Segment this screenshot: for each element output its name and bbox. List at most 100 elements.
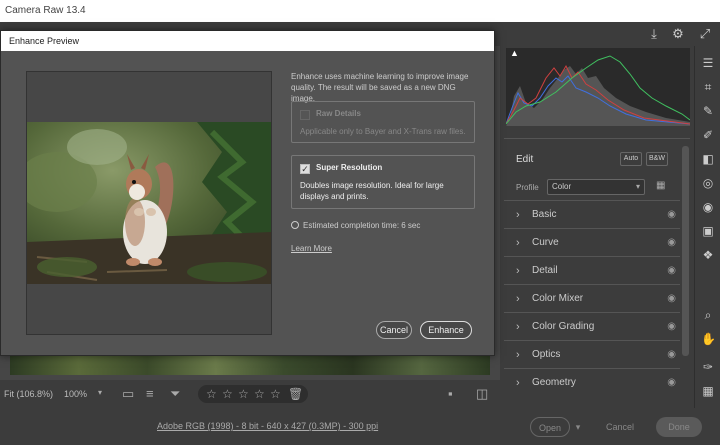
sampler-icon[interactable]: ✑ <box>701 360 715 374</box>
star-icon[interactable]: ☆ <box>222 386 233 402</box>
rating-stars: ☆ ☆ ☆ ☆ ☆ 🗑 <box>198 385 308 403</box>
dialog-title: Enhance Preview <box>9 36 80 46</box>
preview-area[interactable] <box>26 71 272 335</box>
redeye-icon[interactable]: ◉ <box>701 200 715 214</box>
tool-strip: ☰ ⌗ ✎ ✐ ◧ ◎ ◉ ▣ ❖ ⌕ ✋ ✑ ▦ <box>694 46 720 408</box>
hand-icon[interactable]: ✋ <box>701 332 716 346</box>
footer-bar: Adobe RGB (1998) - 8 bit - 640 x 427 (0.… <box>0 408 720 445</box>
edit-panel: ▲ Edit Auto B&W Profile Color ▾ ▦ › Basi… <box>500 46 720 408</box>
zoom-percent[interactable]: 100% <box>64 389 87 399</box>
cancel-button[interactable]: Cancel <box>376 321 412 339</box>
fullscreen-icon[interactable]: ⤢ <box>697 26 713 42</box>
radial-icon[interactable]: ◎ <box>701 176 715 190</box>
chevron-right-icon: › <box>516 237 520 249</box>
zoom-level[interactable]: Fit (106.8%) <box>4 389 53 399</box>
star-icon[interactable]: ☆ <box>238 386 249 402</box>
clock-icon <box>291 221 299 229</box>
estimated-time-text: Estimated completion time: 6 sec <box>303 221 421 230</box>
section-label: Detail <box>532 265 558 276</box>
raw-details-desc: Applicable only to Bayer and X-Trans raw… <box>300 127 466 136</box>
chevron-right-icon: › <box>516 209 520 221</box>
profile-select[interactable]: Color ▾ <box>547 179 645 195</box>
chevron-right-icon: › <box>516 265 520 277</box>
raw-details-checkbox[interactable] <box>300 110 310 120</box>
enhance-description: Enhance uses machine learning to improve… <box>291 72 469 103</box>
brush-icon[interactable]: ✐ <box>701 128 715 142</box>
chevron-down-icon[interactable]: ▾ <box>98 388 102 397</box>
snapshots-icon[interactable]: ▣ <box>701 224 715 238</box>
chevron-down-icon: ▾ <box>635 182 640 191</box>
cancel-button[interactable]: Cancel <box>598 417 642 437</box>
learn-more-link[interactable]: Learn More <box>291 244 332 253</box>
trash-icon[interactable]: 🗑 <box>288 386 303 402</box>
squirrel-photo <box>27 122 271 284</box>
profile-browser-icon[interactable]: ▦ <box>656 180 665 191</box>
section-color-grading[interactable]: › Color Grading ◉ <box>504 312 680 340</box>
zoom-icon[interactable]: ⌕ <box>701 308 715 322</box>
chevron-right-icon: › <box>516 321 520 333</box>
raw-details-title: Raw Details <box>316 109 361 118</box>
star-icon[interactable]: ☆ <box>270 386 281 402</box>
eye-icon[interactable]: ◉ <box>667 264 676 278</box>
section-label: Geometry <box>532 377 576 388</box>
estimated-time: Estimated completion time: 6 sec <box>291 221 420 230</box>
section-label: Color Grading <box>532 321 595 332</box>
before-after-icon[interactable]: ◫ <box>476 386 488 402</box>
done-button[interactable]: Done <box>656 417 702 437</box>
eye-icon[interactable]: ◉ <box>667 320 676 334</box>
eye-icon[interactable]: ◉ <box>667 348 676 362</box>
dialog-titlebar: Enhance Preview <box>1 31 494 51</box>
super-resolution-option: ✓ Super Resolution Doubles image resolut… <box>291 155 475 209</box>
chevron-right-icon: › <box>516 377 520 389</box>
auto-button[interactable]: Auto <box>620 152 642 166</box>
divider <box>504 138 690 139</box>
eye-icon[interactable]: ◉ <box>667 208 676 222</box>
grid-overlay-icon[interactable]: ▦ <box>701 384 715 398</box>
section-detail[interactable]: › Detail ◉ <box>504 256 680 284</box>
clipping-warning-icon[interactable]: ▲ <box>510 48 519 58</box>
histogram-graph <box>505 55 691 126</box>
section-basic[interactable]: › Basic ◉ <box>504 200 680 228</box>
chevron-right-icon: › <box>516 293 520 305</box>
profile-value: Color <box>552 182 572 191</box>
compare-icon[interactable]: ▪ <box>448 386 453 402</box>
section-label: Basic <box>532 209 557 220</box>
panel-scrollbar[interactable] <box>682 146 689 356</box>
crop-icon[interactable]: ⌗ <box>701 80 715 94</box>
healing-icon[interactable]: ✎ <box>701 104 715 118</box>
star-icon[interactable]: ☆ <box>254 386 265 402</box>
open-button[interactable]: Open <box>530 417 570 437</box>
histogram: ▲ <box>505 48 691 126</box>
super-resolution-desc: Doubles image resolution. Ideal for larg… <box>300 181 444 201</box>
gear-icon[interactable]: ⚙ <box>670 26 686 42</box>
save-icon[interactable]: ⤓ <box>646 26 662 42</box>
super-resolution-title: Super Resolution <box>316 163 383 172</box>
eye-icon[interactable]: ◉ <box>667 376 676 390</box>
super-resolution-checkbox[interactable]: ✓ <box>300 164 310 174</box>
gradient-icon[interactable]: ◧ <box>701 152 715 166</box>
sort-icon[interactable]: ≡ <box>146 386 154 402</box>
eye-icon[interactable]: ◉ <box>667 236 676 250</box>
filmstrip-icon[interactable]: ▭ <box>122 386 134 402</box>
chevron-down-icon[interactable]: ▾ <box>570 417 586 437</box>
background-image-strip <box>10 355 490 375</box>
star-icon[interactable]: ☆ <box>206 386 217 402</box>
filter-icon[interactable]: ⏷ <box>170 386 180 402</box>
section-label: Curve <box>532 237 559 248</box>
window-titlebar: Camera Raw 13.4 <box>0 0 720 22</box>
section-geometry[interactable]: › Geometry ◉ <box>504 368 680 396</box>
enhance-button[interactable]: Enhance <box>420 321 472 339</box>
workflow-options-link[interactable]: Adobe RGB (1998) - 8 bit - 640 x 427 (0.… <box>157 421 378 431</box>
profile-label: Profile <box>516 183 539 192</box>
section-label: Optics <box>532 349 561 360</box>
bw-button[interactable]: B&W <box>646 152 668 166</box>
window-title: Camera Raw 13.4 <box>5 5 86 16</box>
eye-icon[interactable]: ◉ <box>667 292 676 306</box>
edit-title: Edit <box>516 154 534 165</box>
section-label: Color Mixer <box>532 293 584 304</box>
section-color-mixer[interactable]: › Color Mixer ◉ <box>504 284 680 312</box>
section-curve[interactable]: › Curve ◉ <box>504 228 680 256</box>
section-optics[interactable]: › Optics ◉ <box>504 340 680 368</box>
sliders-icon[interactable]: ☰ <box>701 56 715 70</box>
presets-icon[interactable]: ❖ <box>701 248 715 262</box>
